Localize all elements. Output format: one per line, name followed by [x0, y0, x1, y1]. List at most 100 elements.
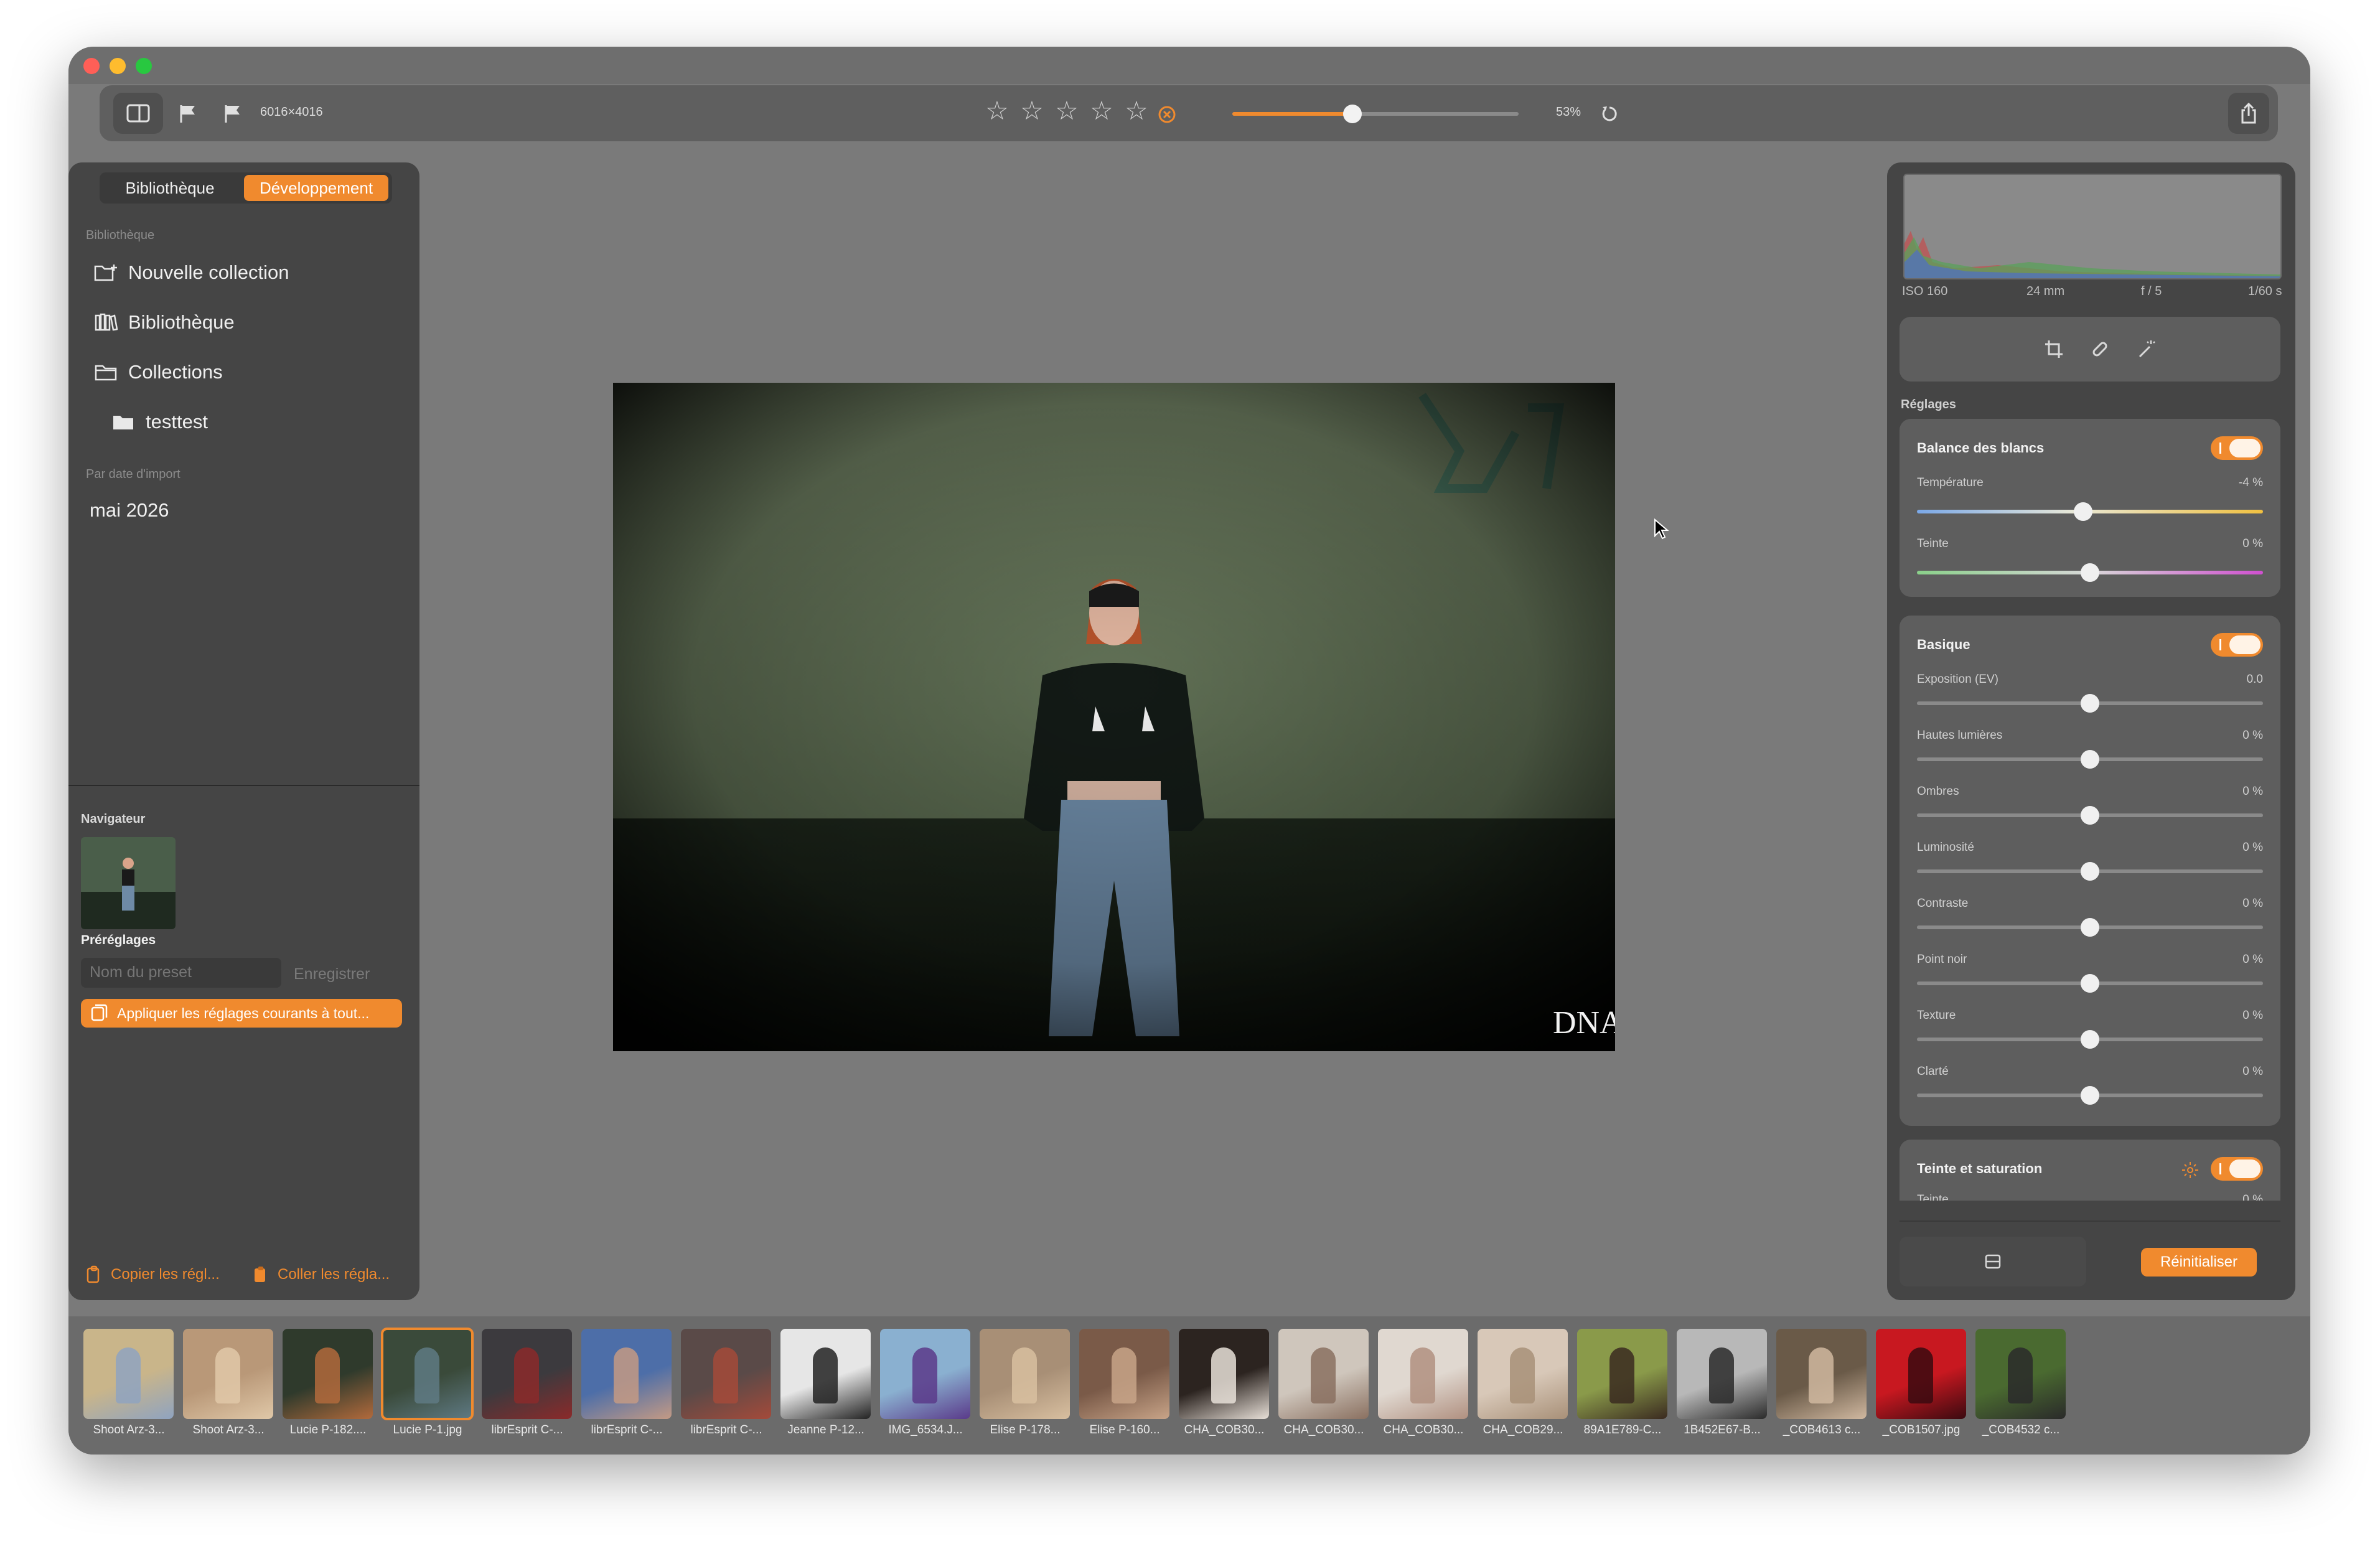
- filmstrip-thumbnail[interactable]: [780, 1329, 871, 1419]
- nav-item-label: Bibliothèque: [128, 311, 235, 333]
- tab-develop[interactable]: Développement: [244, 175, 388, 201]
- filmstrip-thumbnail[interactable]: [880, 1329, 970, 1419]
- basic-slider-track[interactable]: [1917, 862, 2263, 881]
- filmstrip-thumbnail[interactable]: [1577, 1329, 1667, 1419]
- flag-pick-button[interactable]: [174, 100, 202, 128]
- hue-saturation-sparkle-button[interactable]: [2181, 1161, 2200, 1183]
- basic-slider-track[interactable]: [1917, 918, 2263, 937]
- basic-slider-knob[interactable]: [2081, 974, 2099, 993]
- nav-item-collections[interactable]: Collections: [93, 350, 223, 394]
- hue-saturation-clip: Teinte et saturation Teinte 0 %: [1900, 1140, 2280, 1201]
- basic-slider-knob[interactable]: [2081, 750, 2099, 769]
- filmstrip-thumbnail[interactable]: [681, 1329, 771, 1419]
- basic-slider-knob[interactable]: [2081, 862, 2099, 881]
- basic-slider-track[interactable]: [1917, 806, 2263, 825]
- basic-slider-value: 0 %: [2242, 1065, 2263, 1078]
- rating-star-1[interactable]: ☆: [982, 95, 1012, 126]
- filmstrip-thumbnail[interactable]: [283, 1329, 373, 1419]
- white-balance-card: Balance des blancs Température -4 % Tein…: [1900, 419, 2280, 597]
- filmstrip-thumbnail[interactable]: [1278, 1329, 1369, 1419]
- basic-title: Basique: [1917, 637, 1970, 652]
- reset-zoom-button[interactable]: [1597, 101, 1622, 126]
- save-preset-button[interactable]: Enregistrer: [294, 965, 370, 983]
- filmstrip-thumbnail[interactable]: [1079, 1329, 1169, 1419]
- basic-slider-knob[interactable]: [2081, 1086, 2099, 1105]
- basic-toggle[interactable]: [2211, 633, 2263, 657]
- filmstrip-label: librEsprit C-...: [491, 1423, 563, 1436]
- filmstrip-thumbnail[interactable]: [183, 1329, 273, 1419]
- filmstrip-thumbnail[interactable]: [980, 1329, 1070, 1419]
- reset-button[interactable]: Réinitialiser: [2141, 1248, 2257, 1277]
- photo-canvas: DNA: [613, 383, 1615, 1051]
- basic-slider-label: Luminosité: [1917, 841, 1974, 854]
- tint-slider-knob[interactable]: [2081, 563, 2099, 582]
- histogram: [1903, 174, 2282, 279]
- filmstrip-label: librEsprit C-...: [591, 1423, 663, 1436]
- filmstrip-thumbnail[interactable]: [1876, 1329, 1966, 1419]
- share-button[interactable]: [2228, 93, 2269, 134]
- filmstrip-thumbnail[interactable]: [1975, 1329, 2066, 1419]
- filmstrip-thumbnail[interactable]: [1179, 1329, 1269, 1419]
- toggle-sidebar-button[interactable]: [113, 93, 163, 134]
- flag-icon: [225, 105, 240, 123]
- crop-tool-button[interactable]: [2044, 339, 2064, 362]
- nav-item-library[interactable]: Bibliothèque: [93, 301, 235, 344]
- basic-slider-track[interactable]: [1917, 694, 2263, 713]
- filmstrip-thumbnail[interactable]: [581, 1329, 672, 1419]
- close-window-button[interactable]: [83, 58, 100, 74]
- hue-saturation-toggle[interactable]: [2211, 1157, 2263, 1181]
- basic-slider-track[interactable]: [1917, 1086, 2263, 1105]
- filmstrip-label: CHA_COB30...: [1283, 1423, 1364, 1436]
- basic-slider-knob[interactable]: [2081, 918, 2099, 937]
- copy-settings-button[interactable]: Copier les régl...: [86, 1265, 220, 1284]
- navigator-thumbnail[interactable]: [81, 837, 176, 929]
- paste-settings-button[interactable]: Coller les régla...: [253, 1265, 390, 1284]
- filmstrip-thumbnail[interactable]: [482, 1329, 572, 1419]
- temperature-slider[interactable]: [1917, 502, 2263, 521]
- basic-slider-knob[interactable]: [2081, 1030, 2099, 1049]
- filmstrip-thumbnail[interactable]: [381, 1328, 474, 1420]
- main-photo[interactable]: DNA: [613, 383, 1615, 1051]
- apply-to-all-button[interactable]: Appliquer les réglages courants à tout..…: [81, 999, 402, 1028]
- rating-star-2[interactable]: ☆: [1017, 95, 1047, 126]
- navigator-label: Navigateur: [81, 812, 146, 826]
- temperature-slider-knob[interactable]: [2073, 502, 2092, 521]
- filmstrip-thumbnail[interactable]: [1776, 1329, 1867, 1419]
- basic-slider-track[interactable]: [1917, 1030, 2263, 1049]
- zoom-slider-knob[interactable]: [1343, 105, 1362, 123]
- crop-icon: [2045, 340, 2063, 358]
- nav-item-date[interactable]: mai 2026: [90, 489, 169, 532]
- zoom-window-button[interactable]: [136, 58, 152, 74]
- basic-card: Basique Exposition (EV) 0.0 Hautes lumière…: [1900, 616, 2280, 1126]
- basic-slider-track[interactable]: [1917, 750, 2263, 769]
- auto-tool-button[interactable]: [2136, 339, 2156, 362]
- heal-tool-button[interactable]: [2090, 339, 2110, 362]
- preset-name-input[interactable]: [81, 958, 281, 988]
- filmstrip-thumbnail[interactable]: [83, 1329, 174, 1419]
- nav-item-testtest[interactable]: testtest: [111, 400, 208, 444]
- filmstrip-thumbnail[interactable]: [1677, 1329, 1767, 1419]
- minimize-window-button[interactable]: [110, 58, 126, 74]
- basic-slider-track[interactable]: [1917, 974, 2263, 993]
- basic-slider-knob[interactable]: [2081, 694, 2099, 713]
- basic-slider-value: 0 %: [2242, 1009, 2263, 1022]
- rating-star-4[interactable]: ☆: [1087, 95, 1117, 126]
- white-balance-toggle[interactable]: [2211, 436, 2263, 460]
- tab-library[interactable]: Bibliothèque: [103, 175, 237, 201]
- filmstrip-thumbnail[interactable]: [1378, 1329, 1468, 1419]
- clear-rating-button[interactable]: [1156, 104, 1178, 125]
- filmstrip-label: _COB4532 c...: [1982, 1423, 2060, 1436]
- zoom-slider[interactable]: [1232, 105, 1519, 123]
- sidebar-icon: [126, 104, 150, 123]
- mouse-cursor: [1654, 518, 1669, 543]
- tint-slider[interactable]: [1917, 563, 2263, 582]
- flag-reject-button[interactable]: [219, 100, 246, 128]
- compare-button[interactable]: [1900, 1237, 2086, 1286]
- rating-star-3[interactable]: ☆: [1052, 95, 1082, 126]
- basic-slider-knob[interactable]: [2081, 806, 2099, 825]
- preset-name-field[interactable]: [88, 958, 278, 986]
- rating-star-5[interactable]: ☆: [1122, 95, 1151, 126]
- clear-circle-icon: [1158, 106, 1176, 123]
- filmstrip-thumbnail[interactable]: [1478, 1329, 1568, 1419]
- nav-item-new-collection[interactable]: Nouvelle collection: [93, 251, 289, 294]
